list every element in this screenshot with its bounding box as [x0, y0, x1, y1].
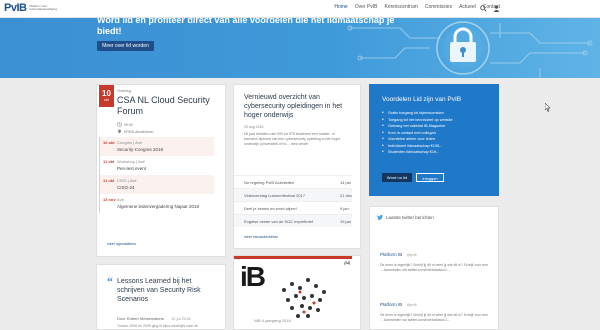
tweet-handle: @pvib	[406, 253, 417, 257]
featured-event-time: 09:00	[117, 122, 133, 127]
event-type: Congres | Avé	[117, 140, 142, 145]
quote-icon: “	[107, 274, 113, 288]
nav-item-commissies[interactable]: Commissies	[425, 4, 452, 10]
circuit-lock-illustration	[347, 21, 593, 78]
search-icon[interactable]	[480, 5, 487, 12]
magazine-cover-title: iB	[240, 261, 266, 292]
event-type: Avé	[117, 197, 124, 202]
magazine-cover[interactable]: iB #4	[234, 256, 352, 323]
event-date: 11 okt	[103, 159, 115, 164]
article-author-label: Door Robert Metsemakers	[117, 316, 164, 321]
user-icon[interactable]	[493, 5, 500, 12]
article-excerpt: Tussen 2008 en 2009 ging ik bijna wekeli…	[117, 324, 199, 328]
tweet-author: Platform IB	[380, 302, 403, 307]
event-date: 13 nov	[103, 197, 116, 202]
event-type: CISO | Avé	[117, 178, 137, 183]
event-row[interactable]: 11 okt Workshop | Avé Pen-test event	[99, 156, 214, 175]
event-date: 10 okt	[103, 140, 115, 145]
magazine-footer: NIB 4 jaargang 2018	[254, 318, 291, 323]
news-link[interactable]: Videoverslag Lustrumfestival 2017 21 dec	[234, 188, 352, 201]
twitter-card: Laatste twitter berichten Platform IB @p…	[369, 206, 499, 330]
crowd-illustration	[282, 278, 326, 318]
event-row[interactable]: 10 okt Congres | Avé Security-Congres 20…	[99, 137, 214, 156]
article-author: Door Robert Metsemakers 12 jul 2018	[117, 316, 191, 321]
news-link-date: 19 jan	[340, 219, 351, 224]
more-events-link[interactable]: meer agendaitems	[107, 242, 136, 246]
news-excerpt: Dit jaar behalen ruim 900 tot 375 studen…	[244, 132, 341, 146]
tweet[interactable]: Platform IB @pvib De lezer is eigenlijk?…	[380, 293, 488, 322]
nav-item-home[interactable]: Home	[334, 4, 347, 10]
top-navigation-bar: PvIB Platform voor Informatiebeveiliging…	[0, 0, 600, 18]
magazine-card: iB #4 NIB 4 jaargang 2018	[233, 255, 361, 330]
featured-event-title[interactable]: CSA NL Cloud Security Forum	[117, 95, 237, 117]
news-card: Vernieuwd overzicht van cybersecurity op…	[233, 84, 361, 249]
news-link-label: Videoverslag Lustrumfestival 2017	[244, 193, 306, 198]
twitter-heading-label: Laatste twitter berichten	[386, 215, 434, 220]
benefit-item: Studenten lidmaatschap €19,-	[382, 149, 453, 156]
membership-info-button[interactable]: Meer over lid worden	[97, 41, 154, 51]
tweet-author: Platform IB	[380, 252, 403, 257]
news-link-date: 9 jan	[340, 206, 349, 211]
login-button[interactable]: Inloggen	[416, 173, 444, 182]
magazine-issue: #4	[344, 261, 351, 267]
event-list: 10 okt Congres | Avé Security-Congres 20…	[97, 137, 214, 213]
pvib-logo[interactable]: PvIB Platform voor Informatiebeveiliging	[4, 2, 59, 14]
more-news-link[interactable]: meer nieuwsberichten	[244, 235, 278, 239]
benefits-list: Gratis toegang tot bijeenkomsten Toegang…	[382, 110, 453, 156]
featured-event-month: okt	[104, 98, 109, 102]
news-link-label: Engelse versie van de SOC expertbrief	[244, 219, 314, 224]
news-date: 29 aug 2018	[244, 125, 264, 129]
news-link-label: Nu regeling PvIB Activiteiten	[244, 180, 295, 185]
article-date: 12 jul 2018	[171, 316, 191, 321]
benefits-title: Voordelen Lid zijn van PvIB	[382, 96, 462, 103]
event-name: Algemene ledenvergadering Najaar 2018	[117, 204, 200, 209]
logo-tagline: Platform voor Informatiebeveiliging	[29, 3, 57, 11]
news-link[interactable]: Engelse versie van de SOC expertbrief 19…	[234, 214, 352, 227]
nav-item-actueel[interactable]: Actueel	[459, 4, 476, 10]
twitter-heading: Laatste twitter berichten	[377, 215, 434, 220]
event-row[interactable]: 13 nov Avé Algemene ledenvergadering Naj…	[99, 194, 214, 213]
news-link-date: 14 jan	[340, 180, 351, 185]
nav-item-over-pvib[interactable]: Over PvIB	[355, 4, 378, 10]
news-title[interactable]: Vernieuwd overzicht van cybersecurity op…	[244, 93, 344, 120]
featured-event-date: 10 okt	[99, 85, 114, 107]
article-title[interactable]: Lessons Learned bij het schrijven van Se…	[117, 277, 213, 304]
event-date: 11 okt	[103, 178, 115, 183]
become-member-button[interactable]: Word nu lid	[382, 173, 412, 182]
tweet[interactable]: Platform IB @pvib De lezer is eigenlijk?…	[380, 243, 488, 272]
featured-event-day: 10	[102, 89, 111, 98]
featured-event-location-label: KPMG Amstelveen	[124, 129, 154, 134]
membership-benefits-panel: Voordelen Lid zijn van PvIB Gratis toega…	[369, 84, 499, 196]
nav-item-kenniscentrum[interactable]: Kenniscentrum	[384, 4, 417, 10]
featured-event-location: KPMG Amstelveen	[117, 129, 153, 134]
event-type: Workshop | Avé	[117, 159, 145, 164]
tweet-text: De lezer is eigenlijk? Schrijf jij dit o…	[380, 313, 488, 322]
event-name: Security-Congres 2018	[117, 147, 164, 152]
location-pin-icon	[118, 129, 121, 134]
hero-banner: Word lid en profiteer direct van alle vo…	[0, 18, 600, 78]
main-nav: Home Over PvIB Kenniscentrum Commissies …	[334, 4, 500, 10]
tweet-text: De lezer is eigenlijk? Schrijf jij dit o…	[380, 263, 488, 272]
news-link-label: Deel je kennis en word wijzer!	[244, 206, 297, 211]
article-card: “ Lessons Learned bij het schrijven van …	[96, 264, 226, 330]
clock-icon	[117, 122, 122, 127]
logo-wordmark: PvIB	[4, 2, 27, 14]
featured-event-type: Overleg	[117, 88, 132, 93]
event-name: CISO-24	[117, 185, 135, 190]
featured-event-time-label: 09:00	[124, 122, 133, 127]
twitter-bird-icon	[377, 215, 383, 220]
magazine-cover-bar	[234, 256, 352, 259]
events-card: 10 okt Overleg CSA NL Cloud Security For…	[96, 84, 226, 257]
tweet-handle: @pvib	[406, 303, 417, 307]
news-link[interactable]: Nu regeling PvIB Activiteiten 14 jan	[234, 175, 352, 188]
mouse-cursor-icon	[545, 103, 551, 112]
news-link[interactable]: Deel je kennis en word wijzer! 9 jan	[234, 201, 352, 214]
event-row[interactable]: 11 okt CISO | Avé CISO-24	[99, 175, 214, 194]
news-link-date: 21 dec	[340, 193, 353, 198]
event-name: Pen-test event	[117, 166, 147, 171]
